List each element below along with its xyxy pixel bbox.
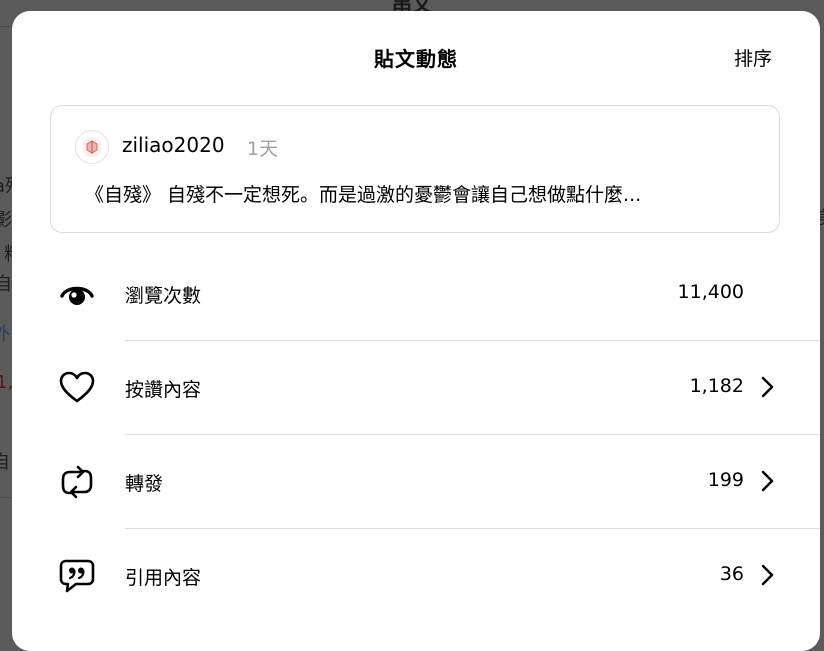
stat-label: 引用內容 bbox=[125, 567, 202, 589]
stat-row-views: 瀏覽次數 11,400 bbox=[12, 247, 820, 341]
stat-row-reposts[interactable]: 轉發 199 bbox=[12, 435, 820, 529]
modal-header: 貼文動態 排序 bbox=[12, 11, 820, 105]
post-username[interactable]: ziliao2020 bbox=[122, 133, 225, 157]
stat-value: 36 bbox=[719, 563, 744, 585]
modal-title: 貼文動態 bbox=[374, 47, 458, 71]
eye-icon bbox=[60, 286, 94, 305]
stat-row-likes[interactable]: 按讚內容 1,182 bbox=[12, 341, 820, 435]
heart-icon bbox=[59, 371, 95, 403]
background-text-fragment: 自 bbox=[0, 274, 12, 295]
sort-button[interactable]: 排序 bbox=[734, 44, 772, 71]
post-text: 《自殘》 自殘不一定想死。而是過激的憂鬱會讓自己想做點什麼... bbox=[85, 184, 642, 206]
background-divider bbox=[0, 497, 12, 498]
background-text-fragment: 外 bbox=[0, 324, 10, 345]
stat-label: 瀏覽次數 bbox=[125, 285, 202, 307]
stat-value: 11,400 bbox=[677, 281, 744, 303]
post-timestamp: 1天 bbox=[247, 138, 279, 160]
stat-row-quotes[interactable]: 引用內容 36 bbox=[12, 529, 820, 623]
background-text-fragment: 自 bbox=[0, 452, 10, 473]
stat-value: 1,182 bbox=[689, 375, 744, 397]
stat-value: 199 bbox=[707, 469, 744, 491]
chevron-right-icon bbox=[761, 376, 774, 398]
stat-label: 按讚內容 bbox=[125, 379, 202, 401]
chevron-right-icon bbox=[761, 470, 774, 492]
post-preview-card[interactable]: ziliao2020 1天 《自殘》 自殘不一定想死。而是過激的憂鬱會讓自己想做… bbox=[50, 105, 780, 233]
repost-icon bbox=[61, 465, 93, 499]
avatar[interactable] bbox=[75, 130, 109, 164]
background-divider bbox=[0, 26, 12, 27]
avatar-image-icon bbox=[82, 137, 102, 157]
stat-label: 轉發 bbox=[125, 473, 164, 495]
chevron-right-icon bbox=[761, 564, 774, 586]
post-activity-modal: 貼文動態 排序 ziliao2020 1天 《自殘》 自殘不一定想死。而是過激的… bbox=[12, 11, 820, 651]
quote-icon bbox=[59, 559, 95, 593]
